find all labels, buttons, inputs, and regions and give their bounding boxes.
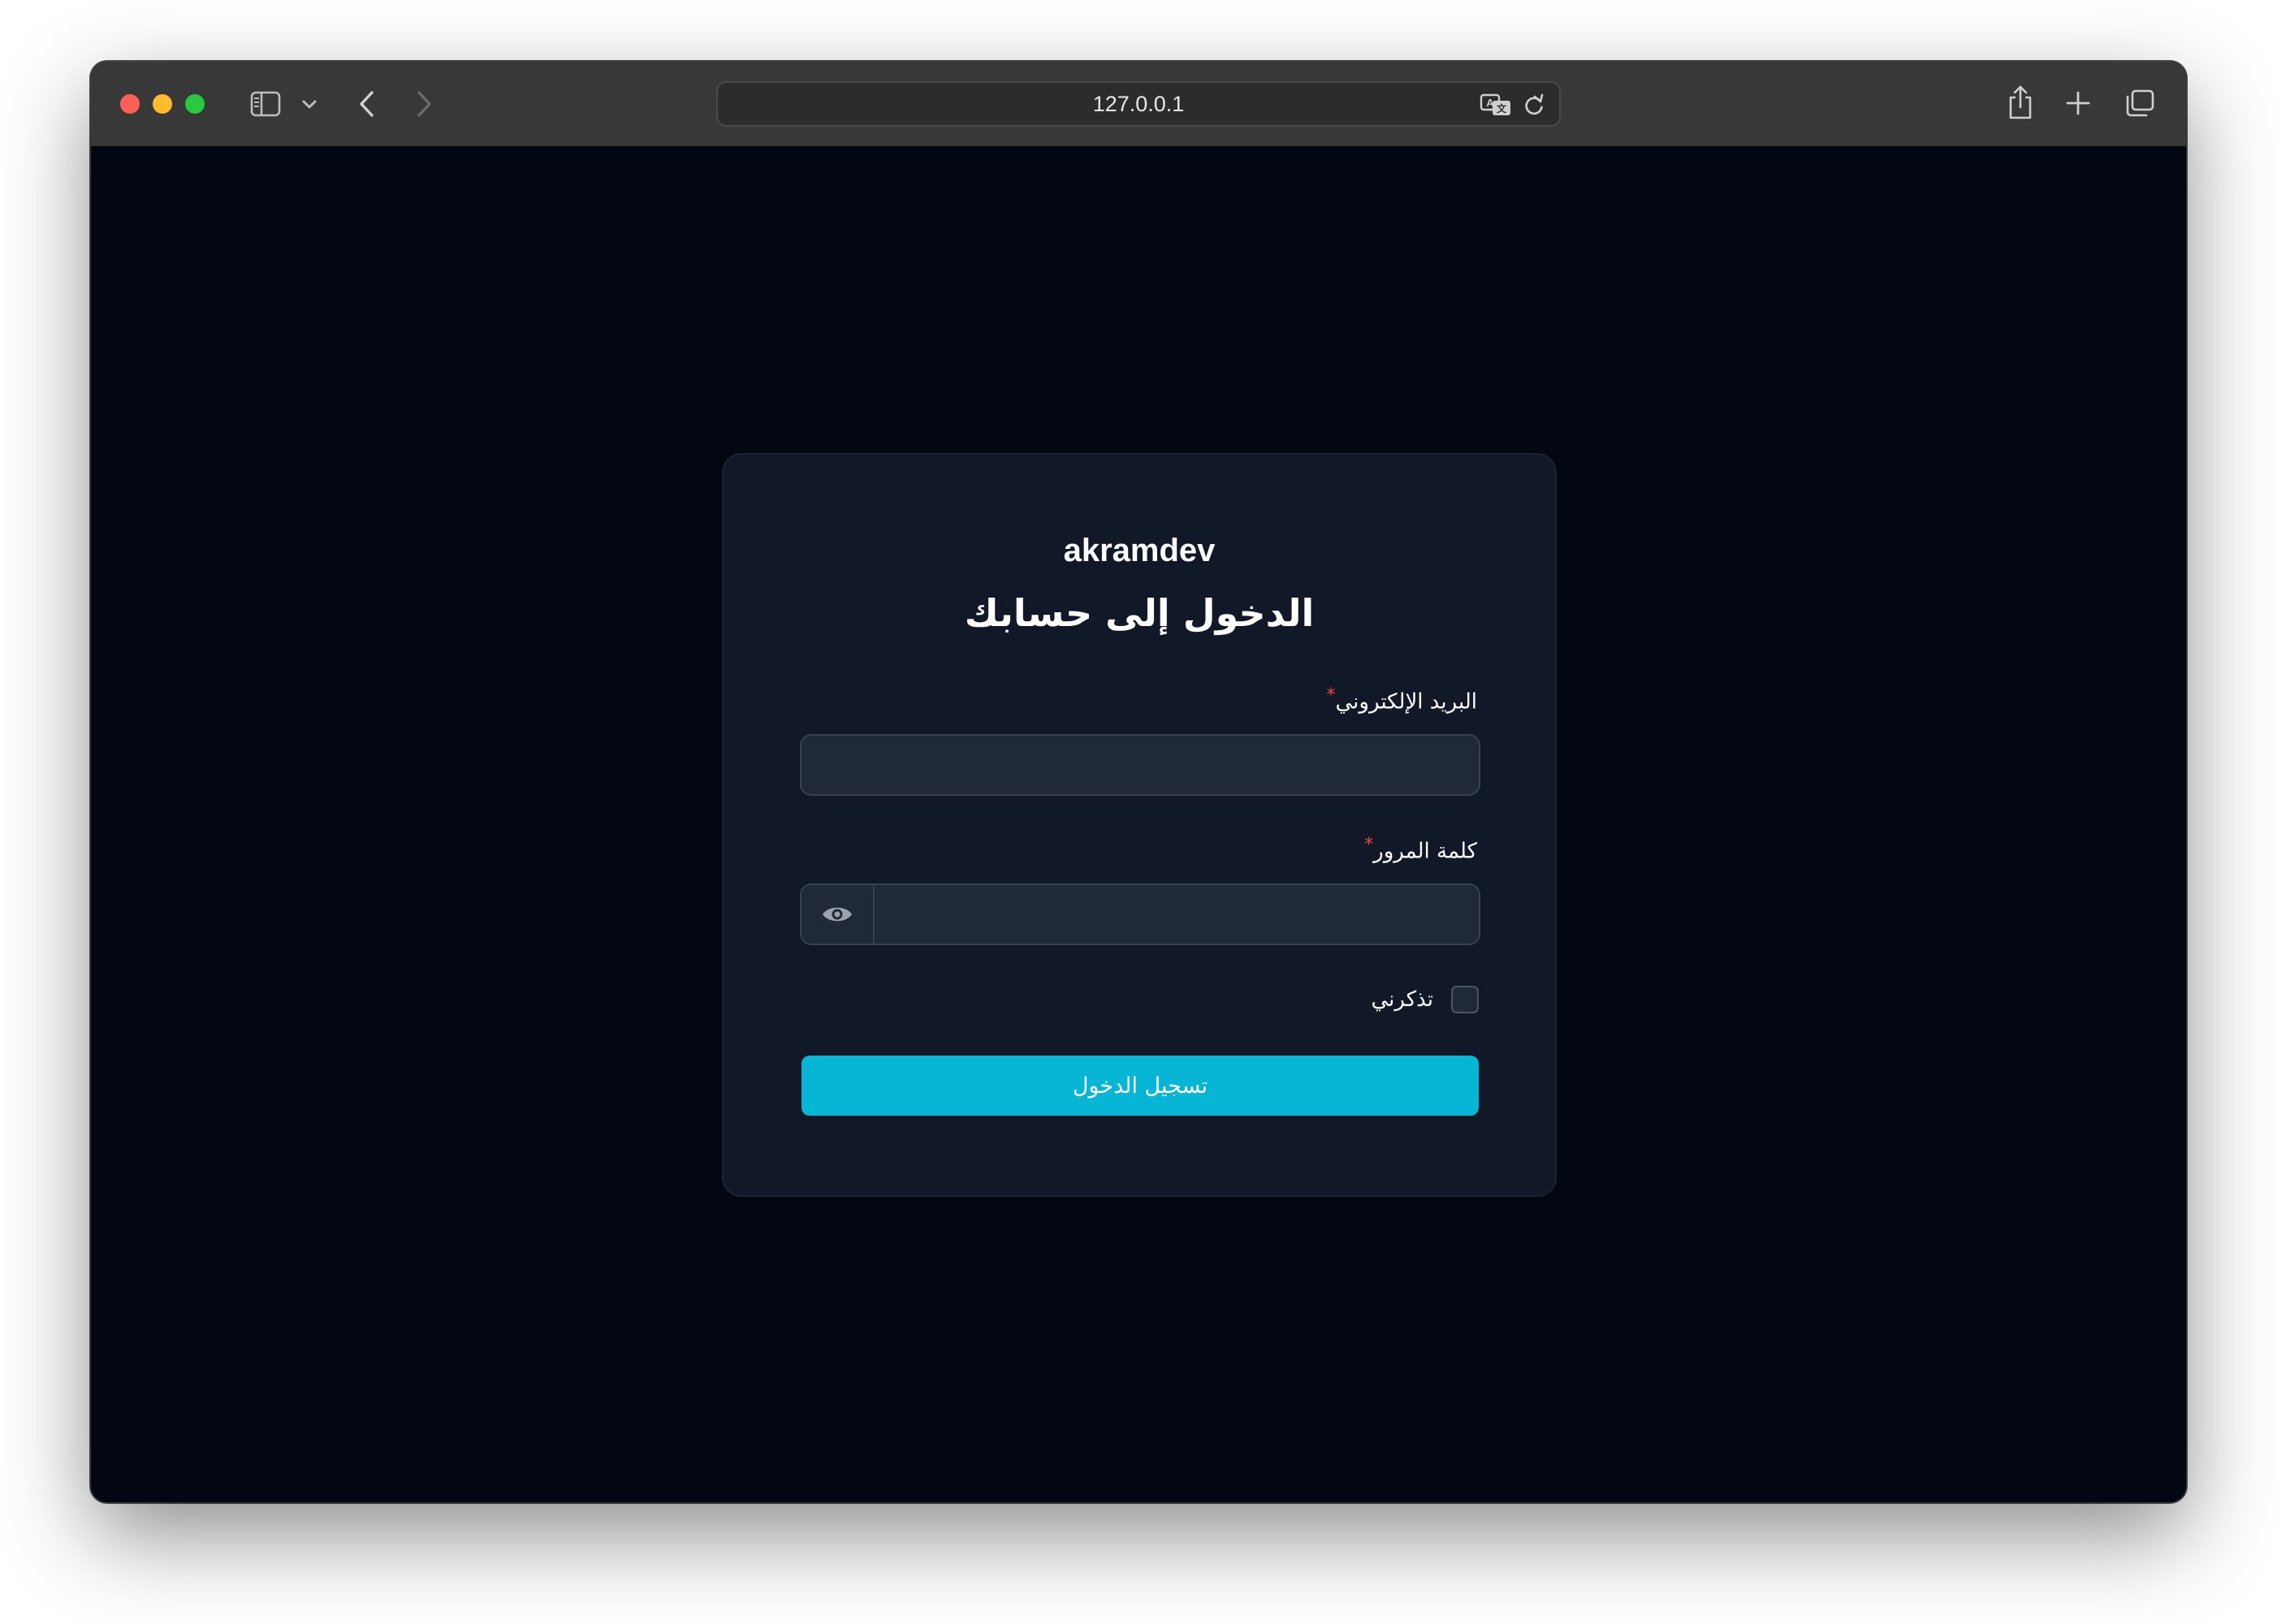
remember-me-row[interactable]: تذكرني (1371, 986, 1479, 1013)
browser-toolbar: 127.0.0.1 A 文 (91, 62, 2186, 148)
login-card: akramdev الدخول إلى حسابك البريد الإلكتر… (722, 453, 1557, 1197)
password-input[interactable] (951, 885, 1479, 944)
login-button[interactable]: تسجيل الدخول (801, 1056, 1479, 1116)
page-title: الدخول إلى حسابك (964, 591, 1315, 635)
remember-me-label[interactable]: تذكرني (1371, 987, 1433, 1012)
zoom-window-button[interactable] (185, 94, 205, 114)
brand-name: akramdev (1063, 533, 1216, 568)
email-required-mark: * (1326, 685, 1336, 706)
reload-icon[interactable] (1520, 91, 1548, 119)
password-field[interactable] (800, 883, 1480, 945)
close-window-button[interactable] (120, 94, 140, 114)
translate-icon[interactable]: A 文 (1478, 91, 1514, 119)
back-arrow-icon[interactable] (351, 86, 383, 122)
forward-arrow-icon[interactable] (408, 86, 440, 122)
remember-me-checkbox[interactable] (1451, 986, 1479, 1013)
svg-text:文: 文 (1497, 102, 1507, 114)
share-icon[interactable] (2003, 81, 2038, 123)
browser-window: 127.0.0.1 A 文 akramdev الدخول إلى حسابك … (91, 62, 2186, 1502)
tabs-overview-icon[interactable] (2121, 84, 2158, 122)
password-label: كلمة المرور* (1364, 835, 1477, 864)
page-content: akramdev الدخول إلى حسابك البريد الإلكتر… (91, 146, 2186, 1502)
email-input[interactable] (801, 736, 1479, 794)
password-label-text: كلمة المرور (1373, 839, 1477, 864)
password-input-wrapper[interactable] (951, 885, 1479, 944)
url-text[interactable]: 127.0.0.1 (718, 83, 1559, 125)
email-label-text: البريد الإلكتروني (1335, 689, 1477, 715)
plus-icon[interactable] (2061, 86, 2095, 120)
email-label: البريد الإلكتروني* (1327, 685, 1477, 715)
eye-icon (823, 907, 852, 922)
toggle-password-visibility-button[interactable] (801, 885, 875, 944)
sidebar-icon[interactable] (247, 86, 284, 122)
password-required-mark: * (1364, 835, 1374, 855)
chevron-down-icon[interactable] (299, 94, 320, 115)
email-field[interactable] (800, 734, 1480, 796)
minimize-window-button[interactable] (153, 94, 172, 114)
address-bar[interactable]: 127.0.0.1 A 文 (716, 81, 1561, 127)
